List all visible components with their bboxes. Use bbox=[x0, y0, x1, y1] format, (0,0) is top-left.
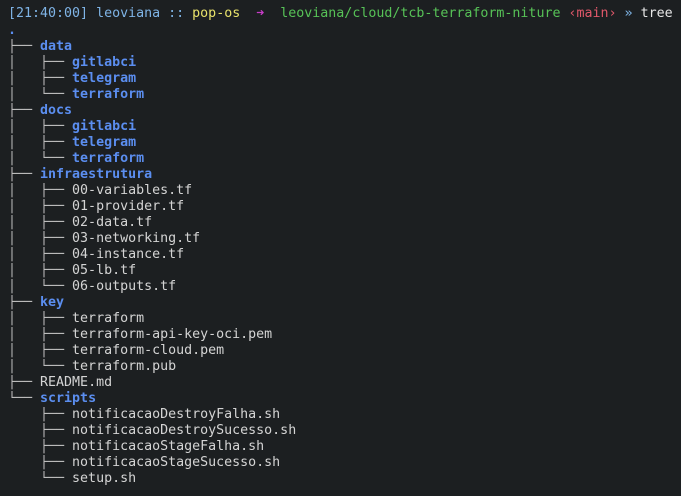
file-name: notificacaoDestroyFalha.sh bbox=[72, 407, 281, 422]
tree-branch-prefix: │ ├── bbox=[8, 199, 73, 214]
file-name: notificacaoStageSucesso.sh bbox=[72, 455, 281, 470]
tree-file-entry: │ ├── terraform bbox=[8, 311, 681, 327]
tree-branch-prefix: ├── bbox=[8, 375, 41, 390]
tree-branch-prefix: │ ├── bbox=[8, 263, 73, 278]
file-name: terraform-cloud.pem bbox=[72, 343, 225, 358]
shell-prompt: [21:40:00] leoviana :: pop-os ➜ leoviana… bbox=[8, 6, 681, 22]
file-name: 01-provider.tf bbox=[72, 199, 185, 214]
prompt-git-branch: ‹main› bbox=[568, 6, 617, 21]
tree-branch-prefix: │ ├── bbox=[8, 215, 73, 230]
file-name: notificacaoStageFalha.sh bbox=[72, 439, 265, 454]
tree-file-entry: │ └── 06-outputs.tf bbox=[8, 279, 681, 295]
file-name: README.md bbox=[40, 375, 113, 390]
directory-name: telegram bbox=[72, 135, 137, 150]
tree-directory-entry: └── scripts bbox=[8, 391, 681, 407]
directory-name: terraform bbox=[72, 151, 145, 166]
tree-file-entry: │ ├── terraform-cloud.pem bbox=[8, 343, 681, 359]
tree-branch-prefix: ├── bbox=[8, 439, 73, 454]
tree-branch-prefix: │ └── bbox=[8, 87, 73, 102]
tree-branch-prefix: ├── bbox=[8, 423, 73, 438]
tree-file-entry: │ ├── terraform-api-key-oci.pem bbox=[8, 327, 681, 343]
prompt-path: leoviana/cloud/tcb-terraform-niture bbox=[280, 6, 561, 21]
tree-branch-prefix: │ ├── bbox=[8, 71, 73, 86]
file-name: terraform.pub bbox=[72, 359, 177, 374]
tree-file-entry: ├── notificacaoStageFalha.sh bbox=[8, 439, 681, 455]
tree-branch-prefix: └── bbox=[8, 471, 73, 486]
tree-file-entry: │ ├── 01-provider.tf bbox=[8, 199, 681, 215]
tree-branch-prefix: │ ├── bbox=[8, 311, 73, 326]
tree-branch-prefix: │ ├── bbox=[8, 343, 73, 358]
prompt-separator: :: bbox=[168, 6, 185, 21]
prompt-command: tree bbox=[640, 6, 673, 21]
tree-branch-prefix: ├── bbox=[8, 167, 41, 182]
tree-file-entry: ├── README.md bbox=[8, 375, 681, 391]
tree-directory-entry: │ ├── telegram bbox=[8, 135, 681, 151]
directory-name: infraestrutura bbox=[40, 167, 153, 182]
tree-root: . bbox=[8, 23, 17, 38]
directory-name: docs bbox=[40, 103, 73, 118]
directory-name: scripts bbox=[40, 391, 97, 406]
file-name: 00-variables.tf bbox=[72, 183, 193, 198]
tree-file-entry: ├── notificacaoDestroySucesso.sh bbox=[8, 423, 681, 439]
tree-directory-entry: │ ├── gitlabci bbox=[8, 55, 681, 71]
tree-branch-prefix: │ └── bbox=[8, 151, 73, 166]
tree-file-entry: │ ├── 00-variables.tf bbox=[8, 183, 681, 199]
tree-file-entry: ├── notificacaoStageSucesso.sh bbox=[8, 455, 681, 471]
tree-file-entry: │ └── terraform.pub bbox=[8, 359, 681, 375]
tree-branch-prefix: │ └── bbox=[8, 359, 73, 374]
file-name: 06-outputs.tf bbox=[72, 279, 177, 294]
tree-branch-prefix: ├── bbox=[8, 103, 41, 118]
prompt-arrow-icon: ➜ bbox=[256, 6, 265, 21]
tree-file-entry: │ ├── 05-lb.tf bbox=[8, 263, 681, 279]
tree-branch-prefix: ├── bbox=[8, 295, 41, 310]
directory-name: terraform bbox=[72, 87, 145, 102]
tree-branch-prefix: ├── bbox=[8, 407, 73, 422]
tree-branch-prefix: ├── bbox=[8, 455, 73, 470]
directory-name: gitlabci bbox=[72, 119, 137, 134]
file-name: 02-data.tf bbox=[72, 215, 153, 230]
tree-branch-prefix: │ ├── bbox=[8, 119, 73, 134]
tree-file-entry: │ ├── 02-data.tf bbox=[8, 215, 681, 231]
file-name: 05-lb.tf bbox=[72, 263, 137, 278]
prompt-time: [21:40:00] bbox=[8, 6, 89, 21]
directory-name: telegram bbox=[72, 71, 137, 86]
tree-branch-prefix: │ ├── bbox=[8, 55, 73, 70]
file-name: 04-instance.tf bbox=[72, 247, 185, 262]
tree-output: ├── data │ ├── gitlabci │ ├── telegram │ └─… bbox=[8, 39, 681, 487]
tree-file-entry: │ ├── 04-instance.tf bbox=[8, 247, 681, 263]
tree-file-entry: │ ├── 03-networking.tf bbox=[8, 231, 681, 247]
tree-directory-entry: │ └── terraform bbox=[8, 87, 681, 103]
tree-directory-entry: │ ├── gitlabci bbox=[8, 119, 681, 135]
prompt-chevron-icon: » bbox=[624, 6, 633, 21]
tree-branch-prefix: │ ├── bbox=[8, 183, 73, 198]
tree-directory-entry: ├── data bbox=[8, 39, 681, 55]
tree-directory-entry: │ └── terraform bbox=[8, 151, 681, 167]
tree-branch-prefix: │ ├── bbox=[8, 135, 73, 150]
directory-name: key bbox=[40, 295, 65, 310]
tree-branch-prefix: │ ├── bbox=[8, 231, 73, 246]
tree-file-entry: └── setup.sh bbox=[8, 471, 681, 487]
tree-branch-prefix: ├── bbox=[8, 39, 41, 54]
file-name: terraform bbox=[72, 311, 145, 326]
tree-directory-entry: ├── docs bbox=[8, 103, 681, 119]
tree-branch-prefix: │ └── bbox=[8, 279, 73, 294]
file-name: terraform-api-key-oci.pem bbox=[72, 327, 273, 342]
terminal-window[interactable]: [21:40:00] leoviana :: pop-os ➜ leoviana… bbox=[0, 0, 681, 496]
prompt-host: pop-os bbox=[192, 6, 241, 21]
file-name: setup.sh bbox=[72, 471, 137, 486]
file-name: 03-networking.tf bbox=[72, 231, 201, 246]
directory-name: data bbox=[40, 39, 73, 54]
tree-directory-entry: ├── infraestrutura bbox=[8, 167, 681, 183]
prompt-user: leoviana bbox=[96, 6, 161, 21]
file-name: notificacaoDestroySucesso.sh bbox=[72, 423, 297, 438]
tree-file-entry: ├── notificacaoDestroyFalha.sh bbox=[8, 407, 681, 423]
tree-branch-prefix: │ ├── bbox=[8, 327, 73, 342]
directory-name: gitlabci bbox=[72, 55, 137, 70]
tree-directory-entry: │ ├── telegram bbox=[8, 71, 681, 87]
tree-branch-prefix: └── bbox=[8, 391, 41, 406]
tree-branch-prefix: │ ├── bbox=[8, 247, 73, 262]
tree-directory-entry: ├── key bbox=[8, 295, 681, 311]
